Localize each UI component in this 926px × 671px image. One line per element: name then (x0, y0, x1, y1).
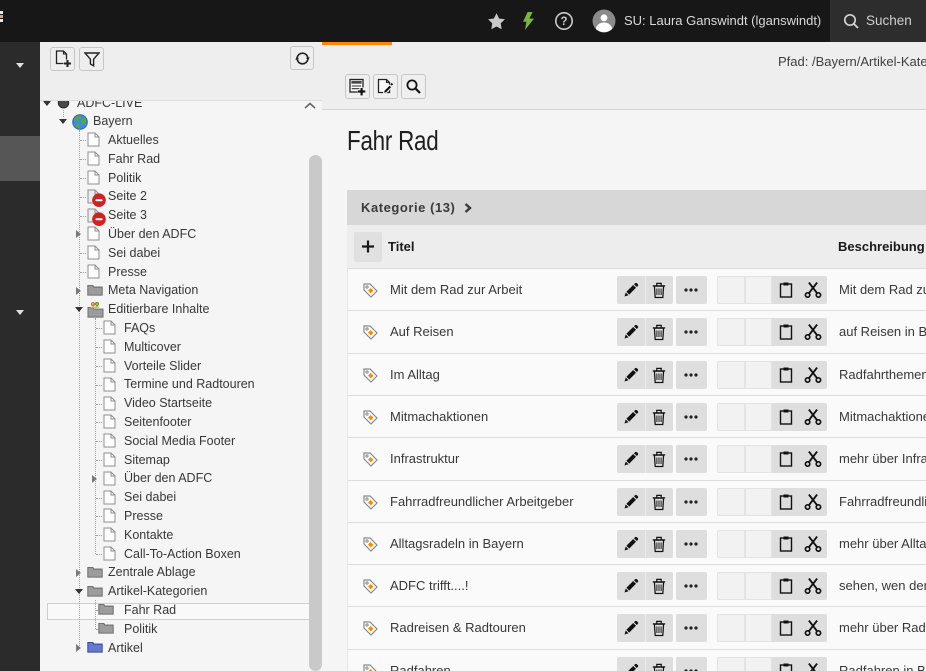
svg-text:?: ? (560, 16, 567, 28)
